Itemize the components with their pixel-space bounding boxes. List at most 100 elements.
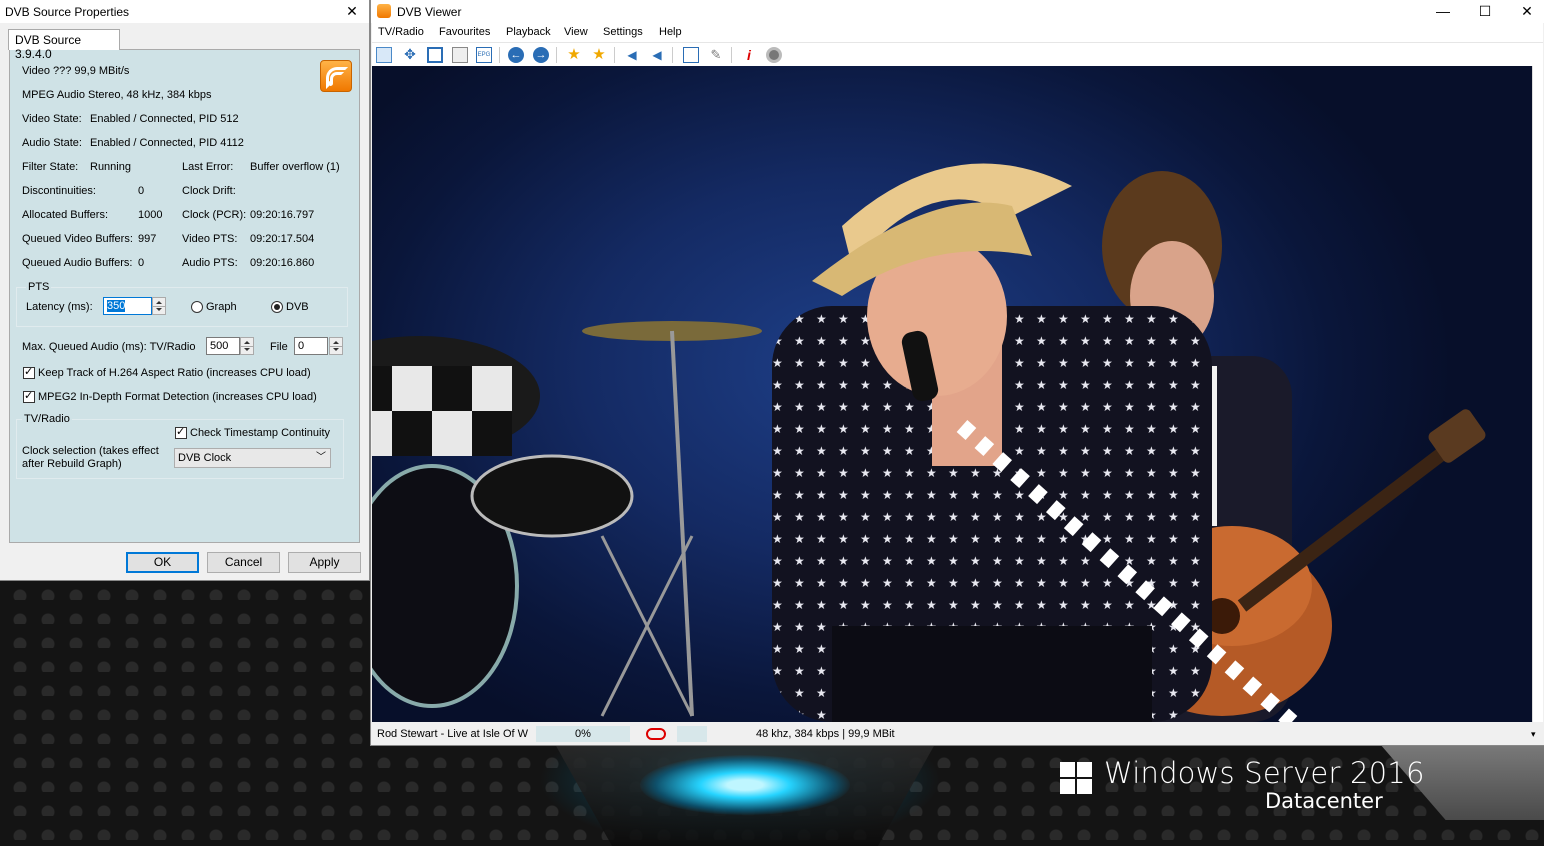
- menu-tv-radio[interactable]: TV/Radio: [378, 26, 424, 38]
- clock-selection-value: DVB Clock: [178, 452, 232, 464]
- video-pts-value: 09:20:17.504: [250, 233, 315, 245]
- last-error-value: Buffer overflow (1): [250, 161, 340, 173]
- cancel-button[interactable]: Cancel: [207, 552, 280, 573]
- toolbar-separator: [672, 47, 673, 63]
- menu-playback[interactable]: Playback: [506, 26, 551, 38]
- volume-up-icon[interactable]: ◀: [649, 47, 665, 63]
- fullscreen-icon[interactable]: ✥: [402, 47, 418, 63]
- menu-settings[interactable]: Settings: [603, 26, 643, 38]
- file-input[interactable]: 0: [294, 337, 328, 355]
- concert-video-frame: ★: [372, 163, 1486, 722]
- close-icon[interactable]: ✕: [337, 0, 367, 23]
- status-slot: [677, 726, 707, 742]
- close-icon[interactable]: ✕: [1512, 0, 1542, 23]
- tvradio-group-label: TV/Radio: [22, 413, 72, 425]
- radio-graph[interactable]: [191, 301, 203, 313]
- file-value: 0: [298, 340, 305, 352]
- back-icon[interactable]: ←: [508, 47, 524, 63]
- mpeg2-detection-checkbox[interactable]: [23, 389, 35, 403]
- check-timestamp-label: Check Timestamp Continuity: [190, 427, 330, 439]
- allocated-buffers-value: 1000: [138, 209, 163, 221]
- queued-video-label: Queued Video Buffers:: [22, 233, 133, 245]
- rss-feed-icon: [320, 60, 352, 92]
- file-label: File: [270, 341, 288, 353]
- max-queued-audio-label: Max. Queued Audio (ms): TV/Radio: [22, 341, 196, 353]
- menu-favourites[interactable]: Favourites: [439, 26, 490, 38]
- latency-label: Latency (ms):: [26, 301, 93, 313]
- discontinuities-label: Discontinuities:: [22, 185, 96, 197]
- screenshot-icon[interactable]: [683, 47, 699, 63]
- video-state-label: Video State:: [22, 113, 82, 125]
- latency-spinner[interactable]: [152, 297, 166, 315]
- queued-video-value: 997: [138, 233, 157, 245]
- latency-input[interactable]: 350: [103, 297, 152, 315]
- clock-selection-label-2: after Rebuild Graph): [22, 458, 122, 470]
- favourite-add-icon[interactable]: ★: [591, 47, 607, 63]
- menu-help[interactable]: Help: [659, 26, 682, 38]
- resize-grip-icon[interactable]: ▾: [1531, 726, 1541, 742]
- volume-down-icon[interactable]: ◀: [624, 47, 640, 63]
- forward-icon[interactable]: →: [533, 47, 549, 63]
- video-info: Video ??? 99,9 MBit/s: [22, 65, 130, 77]
- menu-bar: TV/Radio Favourites Playback View Settin…: [372, 23, 1543, 42]
- check-timestamp-checkbox[interactable]: [175, 425, 187, 439]
- favourite-icon[interactable]: ★: [566, 47, 582, 63]
- max-queued-audio-input[interactable]: 500: [206, 337, 240, 355]
- radio-dvb[interactable]: [271, 301, 283, 313]
- dvb-viewer-window: DVB Viewer — ☐ ✕ TV/Radio Favourites Pla…: [371, 0, 1544, 745]
- file-spinner[interactable]: [329, 337, 343, 355]
- toolbar: ✥ EPG ← → ★ ★ ◀ ◀ ✎ i: [372, 42, 1543, 67]
- video-area[interactable]: ★: [372, 66, 1533, 722]
- audio-state-label: Audio State:: [22, 137, 82, 149]
- minimize-icon[interactable]: —: [1428, 0, 1458, 23]
- max-queued-audio-value: 500: [210, 340, 229, 352]
- filter-state-label: Filter State:: [22, 161, 79, 173]
- tab-dvb-source[interactable]: DVB Source 3.9.4.0: [8, 29, 120, 61]
- clock-pcr-value: 09:20:16.797: [250, 209, 315, 221]
- video-scrollbar[interactable]: [1532, 66, 1543, 722]
- info-icon[interactable]: i: [741, 47, 757, 63]
- queued-audio-value: 0: [138, 257, 145, 269]
- pts-group-label: PTS: [26, 281, 52, 293]
- brand-title: Windows Server 2016: [1104, 756, 1425, 790]
- toolbar-separator: [556, 47, 557, 63]
- apply-button[interactable]: Apply: [288, 552, 361, 573]
- keep-track-checkbox[interactable]: [23, 365, 35, 379]
- video-state-value: Enabled / Connected, PID 512: [90, 113, 239, 125]
- maximize-icon[interactable]: ☐: [1470, 0, 1500, 23]
- queued-audio-label: Queued Audio Buffers:: [22, 257, 133, 269]
- status-record-icon[interactable]: [636, 726, 676, 742]
- status-channel: Rod Stewart - Live at Isle Of W: [377, 728, 528, 740]
- video-pts-label: Video PTS:: [182, 233, 238, 245]
- status-bar: Rod Stewart - Live at Isle Of W 0% 48 kh…: [372, 724, 1543, 744]
- viewer-titlebar[interactable]: DVB Viewer — ☐ ✕: [371, 0, 1544, 23]
- dvb-source-properties-dialog: DVB Source Properties ✕ DVB Source 3.9.4…: [0, 0, 369, 580]
- keep-track-label: Keep Track of H.264 Aspect Ratio (increa…: [38, 367, 311, 379]
- menu-view[interactable]: View: [564, 26, 588, 38]
- clock-selection-label-1: Clock selection (takes effect: [22, 445, 159, 457]
- radio-graph-label: Graph: [206, 301, 237, 313]
- settings-wrench-icon[interactable]: ✎: [708, 47, 724, 63]
- app-rss-icon: [377, 4, 391, 18]
- window-mode-icon[interactable]: [376, 47, 392, 63]
- radio-dvb-label: DVB: [286, 301, 309, 313]
- latency-value: 350: [107, 300, 126, 312]
- record-icon[interactable]: [766, 47, 782, 63]
- max-queued-audio-spinner[interactable]: [240, 337, 254, 355]
- dialog-titlebar[interactable]: DVB Source Properties ✕: [0, 0, 369, 23]
- clock-selection-dropdown[interactable]: DVB Clock ﹀: [174, 448, 331, 468]
- clock-pcr-label: Clock (PCR):: [182, 209, 247, 221]
- tab-label: DVB Source 3.9.4.0: [15, 33, 82, 61]
- ok-button[interactable]: OK: [126, 552, 199, 573]
- desktop-mode-icon[interactable]: [427, 47, 443, 63]
- osd-icon[interactable]: [452, 47, 468, 63]
- epg-icon[interactable]: EPG: [476, 47, 492, 63]
- status-progress: 0%: [536, 726, 630, 742]
- toolbar-separator: [731, 47, 732, 63]
- last-error-label: Last Error:: [182, 161, 234, 173]
- windows-logo-icon: [1060, 762, 1092, 794]
- audio-info: MPEG Audio Stereo, 48 kHz, 384 kbps: [22, 89, 212, 101]
- audio-state-value: Enabled / Connected, PID 4112: [90, 137, 244, 149]
- mpeg2-detection-label: MPEG2 In-Depth Format Detection (increas…: [38, 391, 317, 403]
- brand-edition: Datacenter: [1265, 789, 1383, 813]
